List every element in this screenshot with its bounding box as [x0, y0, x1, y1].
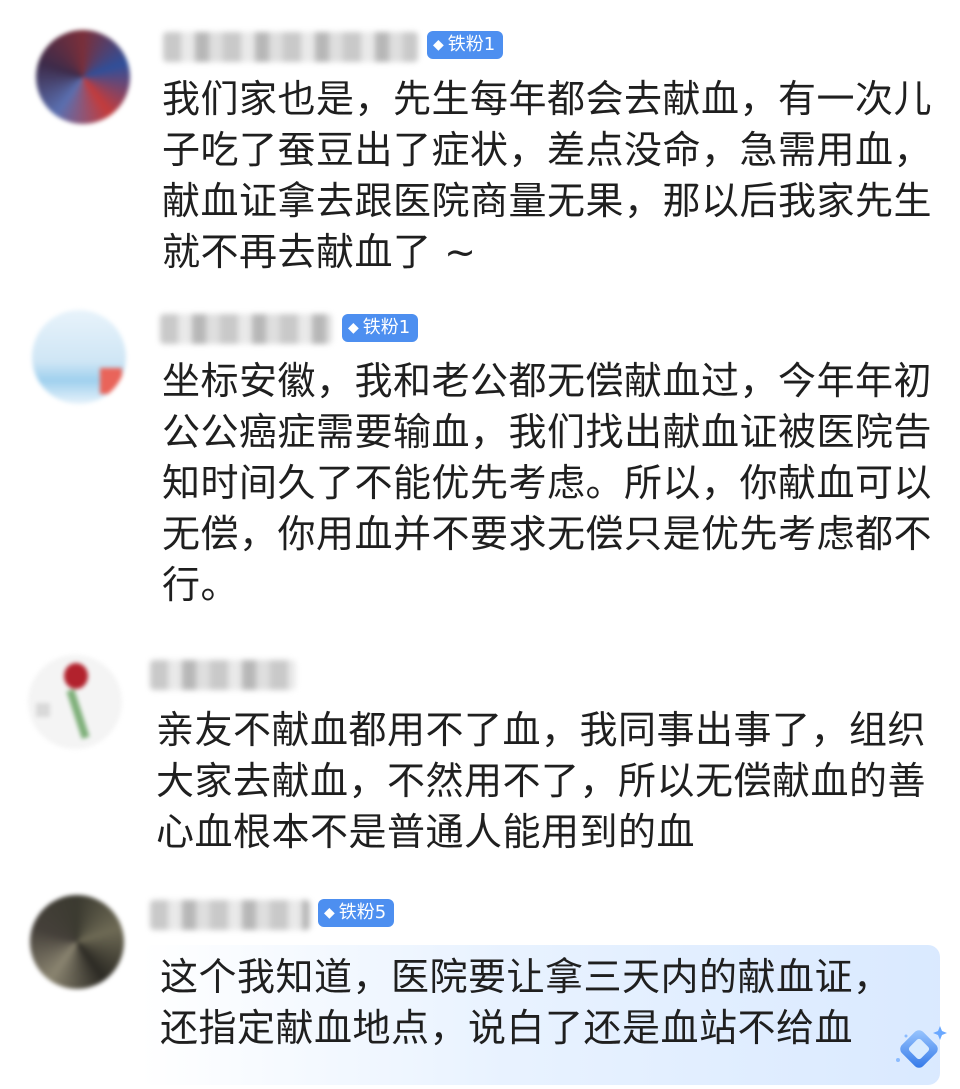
- comment-line: 无偿，你用血并不要求无偿只是优先考虑都不: [162, 512, 933, 556]
- sparkle-diamond-icon[interactable]: [892, 1022, 948, 1078]
- diamond-icon: ◆: [324, 905, 335, 921]
- comment-text: 这个我知道，医院要让拿三天内的献血证， 还指定献血地点，说白了还是血站不给血: [160, 952, 892, 1054]
- comment-line: 就不再去献血了 ~: [162, 230, 477, 274]
- username-redacted[interactable]: [163, 32, 418, 62]
- comment-line: 我们家也是，先生每年都会去献血，有一次儿: [162, 77, 933, 121]
- comment-line: 公公癌症需要输血，我们找出献血证被医院告: [162, 410, 933, 454]
- comment-line: 亲友不献血都用不了血，我同事出事了，组织: [156, 708, 927, 752]
- fan-badge: ◆ 铁粉1: [342, 314, 419, 342]
- username-redacted[interactable]: [160, 314, 332, 344]
- comment-text: 亲友不献血都用不了血，我同事出事了，组织 大家去献血，不然用不了，所以无偿献血的…: [156, 705, 926, 858]
- fan-badge-label: 铁粉1: [447, 34, 496, 55]
- fan-badge-label: 铁粉1: [362, 317, 411, 338]
- username-redacted[interactable]: [150, 900, 310, 930]
- comment-line: 献血证拿去跟医院商量无果，那以后我家先生: [162, 179, 933, 223]
- fan-badge: ◆ 铁粉5: [318, 899, 395, 927]
- comment-line: 还指定献血地点，说白了还是血站不给血: [160, 1006, 854, 1050]
- avatar[interactable]: [36, 30, 130, 124]
- comment-text: 我们家也是，先生每年都会去献血，有一次儿 子吃了蚕豆出了症状，差点没命，急需用血…: [162, 74, 932, 278]
- fan-badge-label: 铁粉5: [338, 902, 387, 923]
- comment-text: 坐标安徽，我和老公都无偿献血过，今年年初 公公癌症需要输血，我们找出献血证被医院…: [162, 356, 932, 611]
- comment-line: 坐标安徽，我和老公都无偿献血过，今年年初: [162, 359, 933, 403]
- diamond-icon: ◆: [348, 320, 359, 336]
- username-redacted[interactable]: [150, 660, 296, 690]
- comment-line: 心血根本不是普通人能用到的血: [156, 810, 696, 854]
- diamond-icon: ◆: [433, 37, 444, 53]
- comment-line: 大家去献血，不然用不了，所以无偿献血的善: [156, 759, 927, 803]
- comment-line: 知时间久了不能优先考虑。所以，你献血可以: [162, 461, 933, 505]
- avatar[interactable]: [30, 895, 124, 989]
- avatar[interactable]: [28, 655, 122, 749]
- fan-badge: ◆ 铁粉1: [427, 31, 504, 59]
- comment-line: 子吃了蚕豆出了症状，差点没命，急需用血，: [162, 128, 933, 172]
- comment-line: 行。: [162, 563, 240, 607]
- comment-line: 这个我知道，医院要让拿三天内的献血证，: [160, 955, 892, 999]
- avatar[interactable]: [32, 310, 126, 404]
